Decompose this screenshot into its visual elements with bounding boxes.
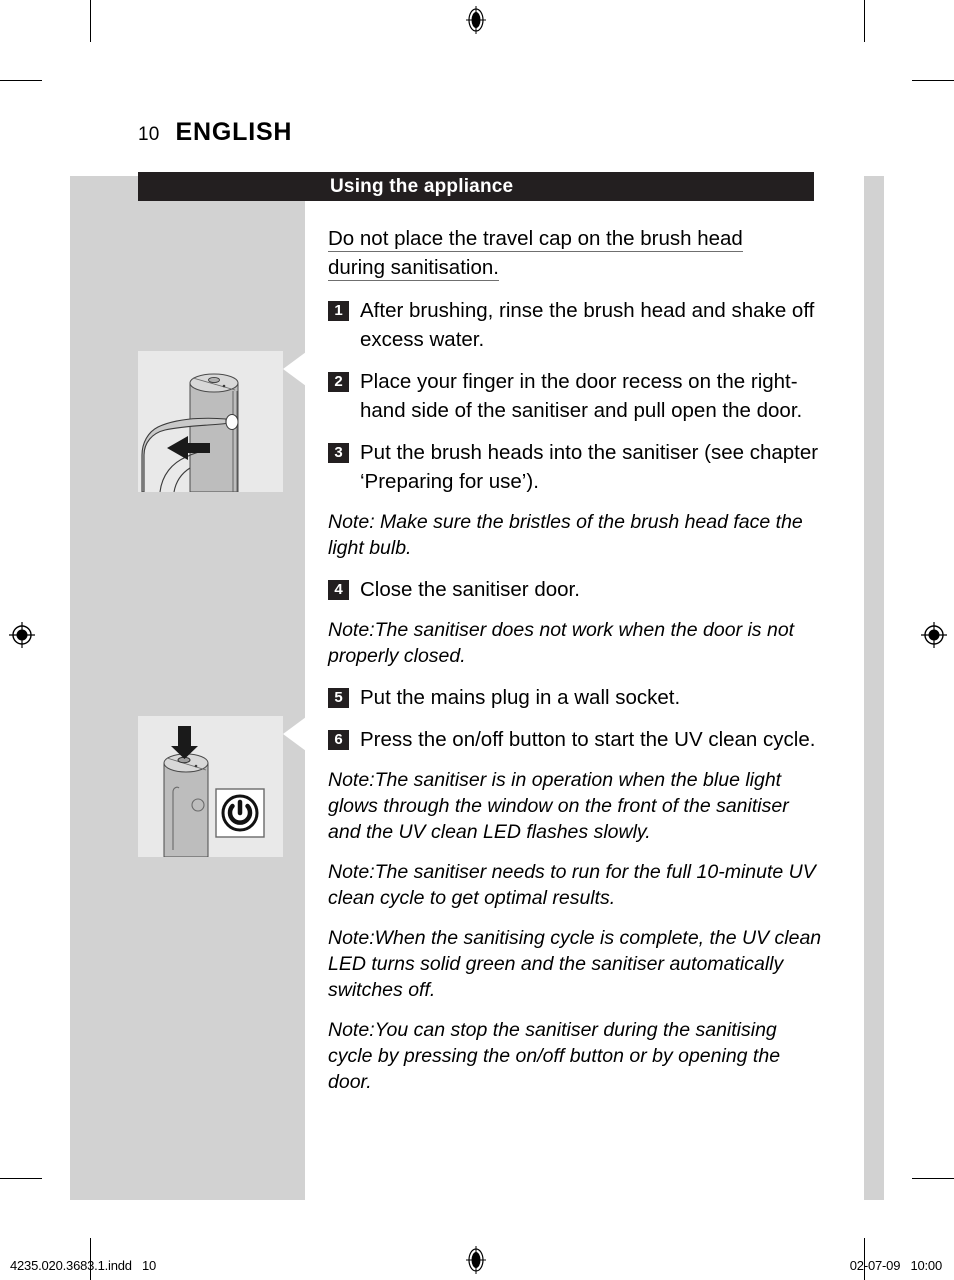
footer-filename: 4235.020.3683.1.indd 10	[10, 1258, 157, 1273]
note-text: Note:You can stop the sanitiser during t…	[328, 1019, 781, 1093]
note-text: Note:When the sanitising cycle is comple…	[328, 927, 822, 1001]
page-number: 10	[138, 124, 160, 145]
registration-target-top-icon	[466, 6, 486, 34]
step-number: 6	[328, 730, 349, 750]
running-head: 10 ENGLISH	[138, 118, 292, 147]
note-text: Note:The sanitiser does not work when th…	[328, 619, 795, 667]
crop-mark-left-top	[0, 80, 42, 81]
step-item: 1 After brushing, rinse the brush head a…	[328, 296, 823, 354]
note-text: Note: Make sure the bristles of the brus…	[328, 511, 803, 559]
manual-page: 10 ENGLISH Using the appliance Do not pl…	[0, 0, 954, 1280]
step-number: 4	[328, 580, 349, 600]
step-number: 1	[328, 301, 349, 321]
step-text: Close the sanitiser door.	[360, 578, 580, 601]
note-text: Note:The sanitiser is in operation when …	[328, 769, 789, 843]
footer-timestamp: 02-07-09 10:00	[849, 1258, 942, 1273]
step-item: 4 Close the sanitiser door.	[328, 575, 823, 604]
lead-warning-line-1: Do not place the travel cap on the brush…	[328, 227, 743, 252]
section-banner: Using the appliance	[138, 172, 814, 201]
registration-target-right-icon	[921, 622, 947, 648]
note-text: Note:The sanitiser needs to run for the …	[328, 861, 816, 909]
step-item: 3 Put the brush heads into the sanitiser…	[328, 438, 823, 496]
registration-target-bottom-icon	[466, 1246, 486, 1274]
crop-mark-right-bottom	[912, 1178, 954, 1179]
page-language-title: ENGLISH	[175, 118, 293, 146]
step-text: Put the mains plug in a wall socket.	[360, 686, 681, 709]
lead-warning: Do not place the travel cap on the brush…	[328, 224, 823, 282]
press-button-power-drawing-icon	[163, 726, 265, 858]
registration-target-left-icon	[9, 622, 35, 648]
step-text: Place your finger in the door recess on …	[360, 370, 803, 422]
illustration-callout-notch-2-icon	[283, 717, 306, 751]
step-number: 3	[328, 443, 349, 463]
illustration-open-door	[138, 351, 283, 493]
crop-mark-left-bottom	[0, 1178, 42, 1179]
step-text: After brushing, rinse the brush head and…	[360, 299, 815, 351]
step-number: 5	[328, 688, 349, 708]
step-number: 2	[328, 372, 349, 392]
illustration-side-panel	[70, 176, 305, 1200]
lead-warning-line-2: during sanitisation.	[328, 256, 499, 281]
crop-mark-top-right	[864, 0, 865, 42]
step-item: 2 Place your finger in the door recess o…	[328, 367, 823, 425]
crop-mark-right-top	[912, 80, 954, 81]
illustration-callout-notch-1-icon	[283, 352, 306, 386]
section-title: Using the appliance	[330, 176, 514, 197]
crop-mark-top-left	[90, 0, 91, 42]
step-text: Put the brush heads into the sanitiser (…	[360, 441, 819, 493]
illustration-press-onoff	[138, 716, 283, 858]
step-text: Press the on/off button to start the UV …	[360, 728, 816, 751]
right-margin-grey-bar	[864, 176, 884, 1200]
hand-opening-door-drawing-icon	[141, 373, 239, 493]
body-text-column: Do not place the travel cap on the brush…	[328, 224, 823, 1109]
step-item: 6 Press the on/off button to start the U…	[328, 725, 823, 754]
step-item: 5 Put the mains plug in a wall socket.	[328, 683, 823, 712]
